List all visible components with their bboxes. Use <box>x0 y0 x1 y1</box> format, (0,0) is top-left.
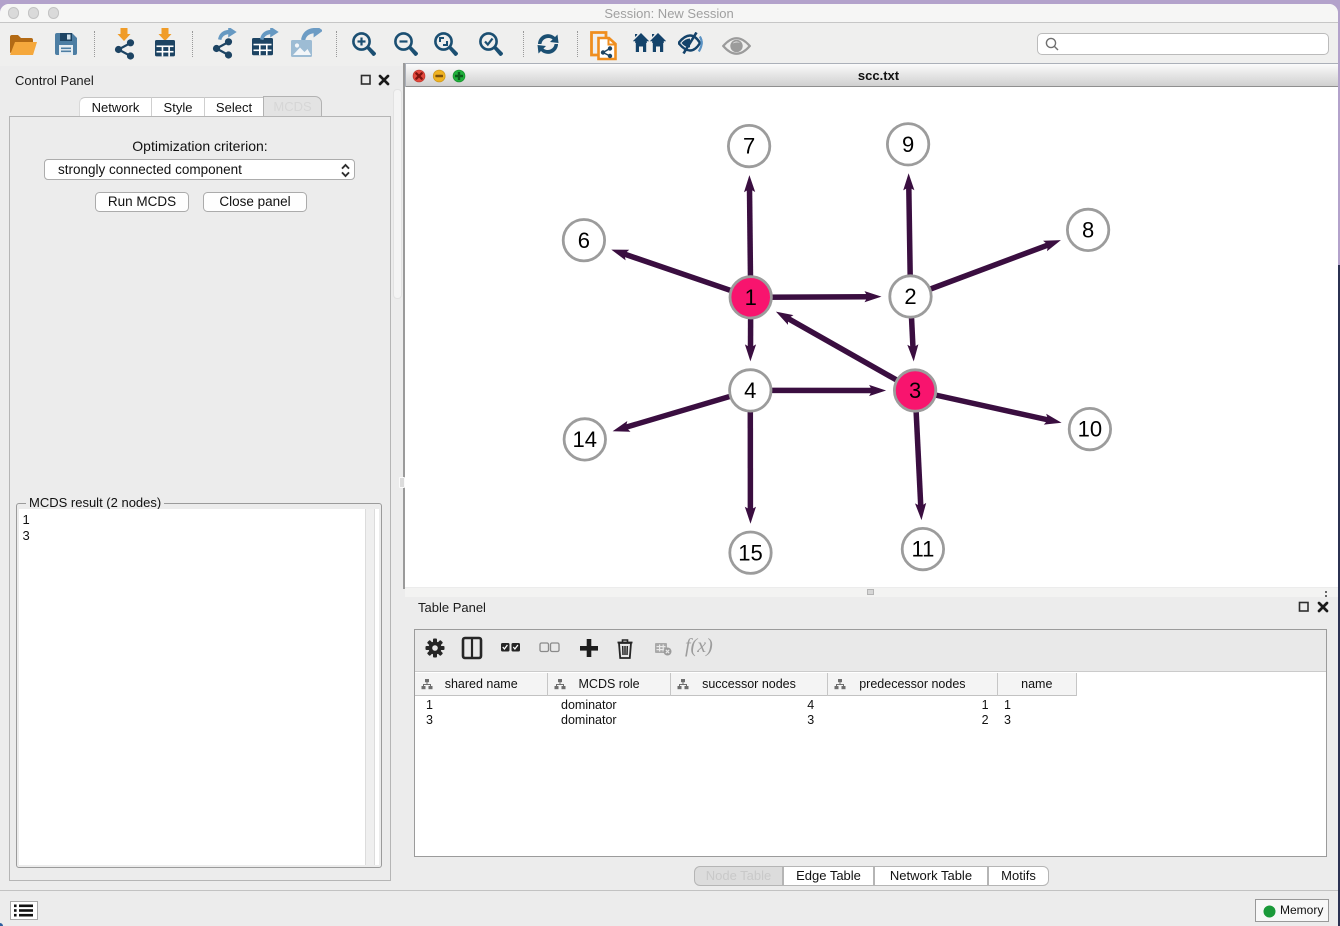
svg-text:2: 2 <box>904 284 916 309</box>
svg-text:15: 15 <box>738 540 762 565</box>
svg-text:7: 7 <box>743 134 755 159</box>
svg-text:8: 8 <box>1082 218 1094 243</box>
svg-text:9: 9 <box>902 132 914 157</box>
svg-text:6: 6 <box>578 228 590 253</box>
svg-text:1: 1 <box>745 285 757 310</box>
svg-text:4: 4 <box>744 378 756 403</box>
svg-text:10: 10 <box>1078 417 1102 442</box>
svg-text:14: 14 <box>573 427 597 452</box>
svg-text:3: 3 <box>909 378 921 403</box>
svg-text:11: 11 <box>911 537 934 562</box>
